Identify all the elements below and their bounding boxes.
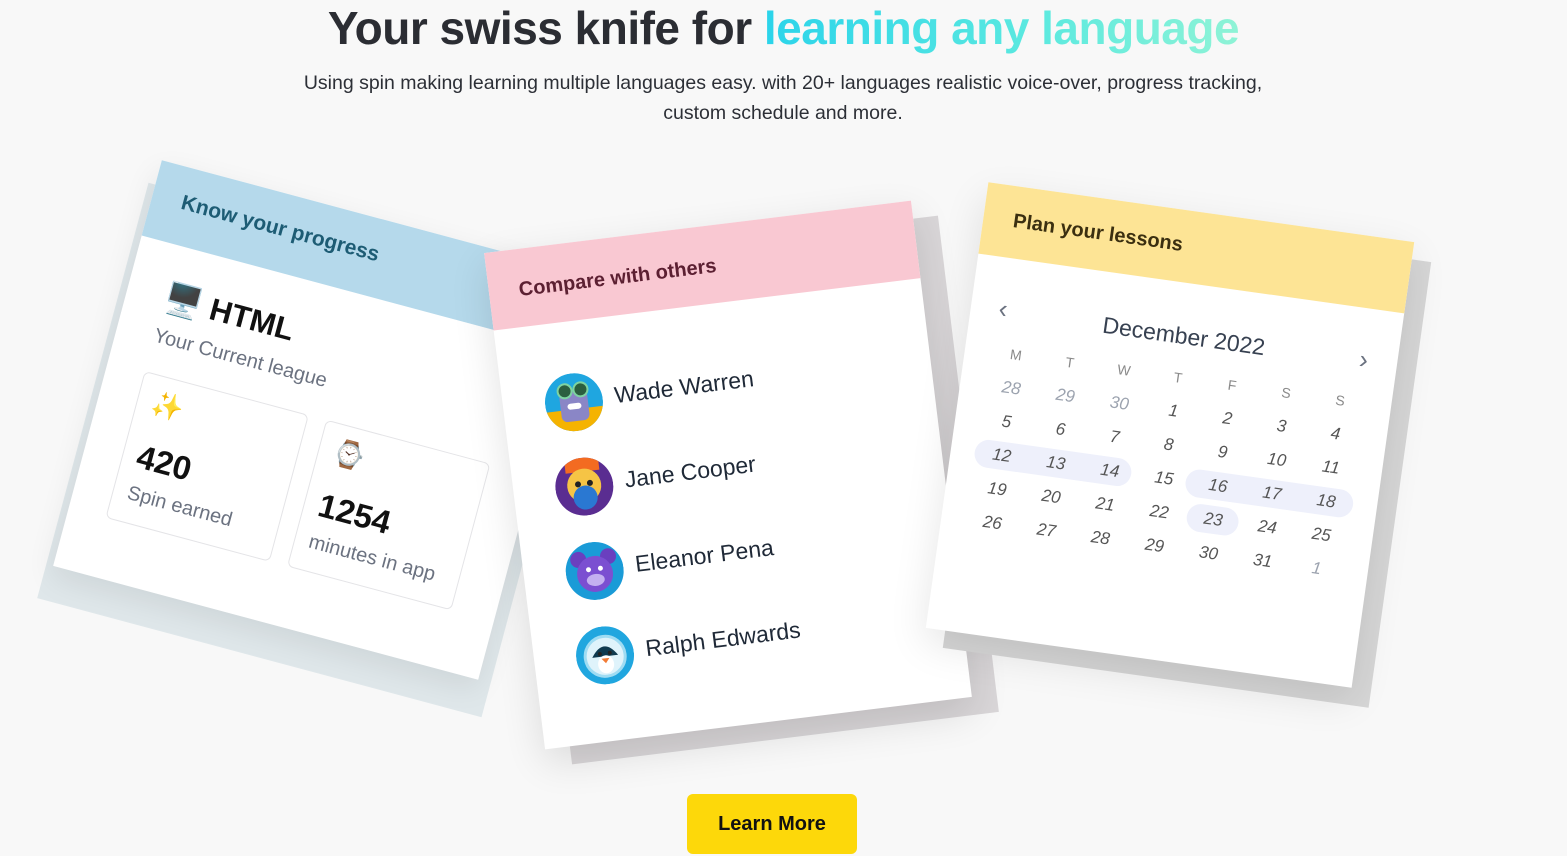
leaderboard-name: Jane Cooper: [623, 450, 758, 493]
leaderboard-item[interactable]: Eleanor Pena: [562, 534, 775, 606]
calendar-card: Plan your lessons ‹ December 2022 › M T …: [925, 182, 1415, 688]
stat-spin-earned: ✨ 420 Spin earned: [105, 370, 309, 562]
compare-card-header: Compare with others: [484, 200, 921, 331]
calendar-day[interactable]: 21: [1077, 491, 1134, 518]
leaderboard-name: Wade Warren: [612, 365, 756, 409]
calendar-day[interactable]: 1: [1145, 398, 1202, 425]
compare-card-title: Compare with others: [517, 254, 718, 302]
avatar: [572, 623, 638, 688]
calendar-day[interactable]: 20: [1023, 483, 1080, 510]
hero-subtitle-line1: Using spin making learning multiple lang…: [303, 72, 1263, 94]
calendar-day[interactable]: 1: [1288, 555, 1345, 582]
calendar-day[interactable]: 2: [1199, 405, 1256, 432]
calendar-day[interactable]: 11: [1302, 454, 1359, 481]
calendar-day[interactable]: 6: [1032, 416, 1089, 443]
hero-title: Your swiss knife for learning any langua…: [0, 2, 1567, 54]
compare-card: Compare with others Wade Warren Jane Coo…: [484, 200, 972, 750]
calendar-card-header: Plan your lessons: [978, 182, 1415, 314]
leaderboard-item[interactable]: Ralph Edwards: [572, 616, 802, 690]
calendar-day[interactable]: 29: [1037, 382, 1094, 409]
leaderboard-name: Eleanor Pena: [633, 534, 776, 577]
calendar-day[interactable]: 24: [1239, 514, 1296, 541]
calendar-day[interactable]: 27: [1018, 517, 1075, 544]
weekday-label: S: [1280, 384, 1292, 402]
hero-title-plain: Your swiss knife for: [327, 2, 764, 54]
watch-icon: ⌚: [329, 436, 369, 474]
weekday-label: S: [1334, 391, 1346, 409]
weekday-label: T: [1172, 369, 1184, 387]
calendar-day[interactable]: 31: [1234, 547, 1291, 574]
calendar-day[interactable]: 10: [1248, 446, 1305, 473]
leaderboard-name: Ralph Edwards: [643, 616, 802, 662]
calendar-day[interactable]: 28: [1072, 525, 1129, 552]
calendar-day[interactable]: 3: [1253, 413, 1310, 440]
hero-subtitle-line2: custom schedule and more.: [663, 102, 903, 124]
hero-subtitle: Using spin making learning multiple lang…: [233, 68, 1333, 128]
weekday-label: T: [1064, 353, 1076, 371]
calendar-day[interactable]: 9: [1194, 439, 1251, 466]
calendar-day[interactable]: 5: [978, 408, 1035, 435]
calendar-day[interactable]: 7: [1086, 424, 1143, 451]
hero-title-highlight: learning any language: [763, 2, 1240, 54]
calendar-day[interactable]: 15: [1135, 465, 1192, 492]
leaderboard-item[interactable]: Wade Warren: [541, 365, 755, 437]
stat-label: minutes in app: [306, 530, 438, 586]
stat-minutes-in-app: ⌚ 1254 minutes in app: [286, 419, 491, 611]
leaderboard-item[interactable]: Jane Cooper: [552, 451, 757, 521]
stat-label: Spin earned: [124, 482, 235, 532]
computer-icon: 🖥️: [160, 279, 207, 324]
progress-card-title: Know your progress: [178, 191, 382, 267]
avatar: [541, 369, 607, 435]
calendar-day[interactable]: 30: [1091, 390, 1148, 417]
weekday-label: W: [1116, 361, 1132, 379]
sparkles-icon: ✨: [148, 387, 188, 425]
calendar-day[interactable]: 28: [983, 375, 1040, 402]
calendar-day[interactable]: 30: [1180, 540, 1237, 567]
calendar-day[interactable]: 22: [1131, 499, 1188, 526]
avatar: [552, 454, 617, 519]
calendar-day[interactable]: 8: [1140, 431, 1197, 458]
calendar-day[interactable]: 25: [1293, 521, 1350, 548]
stat-value: 420: [132, 437, 196, 488]
learn-more-button[interactable]: Learn More: [687, 794, 857, 854]
calendar-day[interactable]: 19: [969, 476, 1026, 503]
calendar-day[interactable]: 29: [1126, 532, 1183, 559]
avatar: [562, 538, 628, 604]
weekday-label: M: [1009, 346, 1023, 364]
calendar-day[interactable]: 4: [1307, 420, 1364, 447]
calendar-grid: M T W T F S S 28 29 30 1 2 3 4 5 6 7 8 9…: [963, 334, 1370, 589]
calendar-day[interactable]: 26: [964, 509, 1021, 536]
calendar-card-title: Plan your lessons: [1011, 210, 1185, 256]
weekday-label: F: [1226, 376, 1238, 394]
league-name: HTML: [205, 291, 299, 348]
